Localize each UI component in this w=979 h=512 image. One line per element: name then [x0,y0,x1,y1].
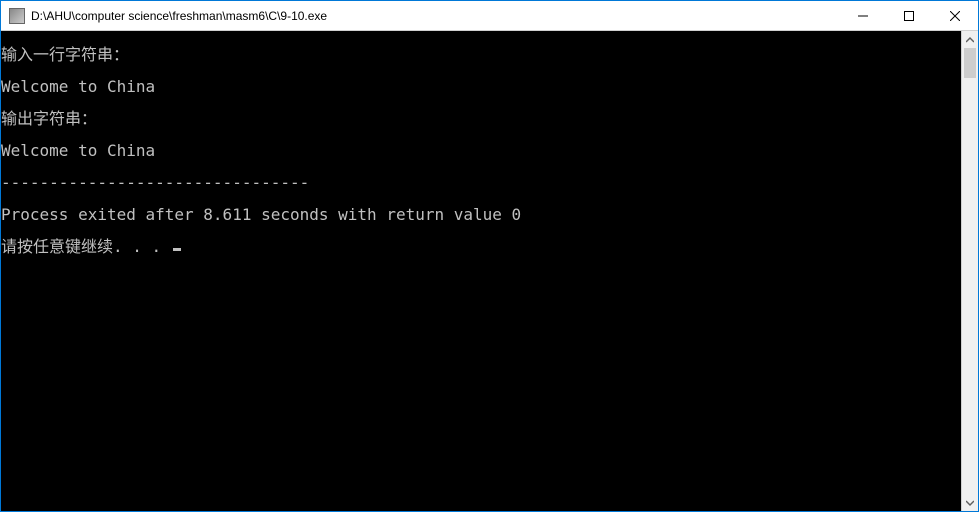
chevron-down-icon [966,499,974,507]
scroll-track[interactable] [962,48,978,494]
scroll-down-button[interactable] [962,494,978,511]
console-line: 输出字符串： [1,111,961,127]
console-text: 请按任意键继续. . . [1,237,171,256]
app-icon [9,8,25,24]
console-line: Welcome to China [1,79,961,95]
scroll-up-button[interactable] [962,31,978,48]
titlebar: D:\AHU\computer science\freshman\masm6\C… [1,1,978,31]
close-button[interactable] [932,1,978,30]
console-line: 输入一行字符串： [1,47,961,63]
maximize-button[interactable] [886,1,932,30]
scroll-thumb[interactable] [964,48,976,78]
console-line: -------------------------------- [1,175,961,191]
maximize-icon [904,11,914,21]
window-controls [840,1,978,30]
close-icon [950,11,960,21]
window-title: D:\AHU\computer science\freshman\masm6\C… [31,9,840,23]
minimize-icon [858,11,868,21]
console-line: 请按任意键继续. . . [1,239,961,255]
chevron-up-icon [966,36,974,44]
cursor [173,248,181,251]
console-output[interactable]: 输入一行字符串： Welcome to China 输出字符串： Welcome… [1,31,961,511]
console-line: Process exited after 8.611 seconds with … [1,207,961,223]
minimize-button[interactable] [840,1,886,30]
console-line: Welcome to China [1,143,961,159]
console-area: 输入一行字符串： Welcome to China 输出字符串： Welcome… [1,31,978,511]
vertical-scrollbar[interactable] [961,31,978,511]
